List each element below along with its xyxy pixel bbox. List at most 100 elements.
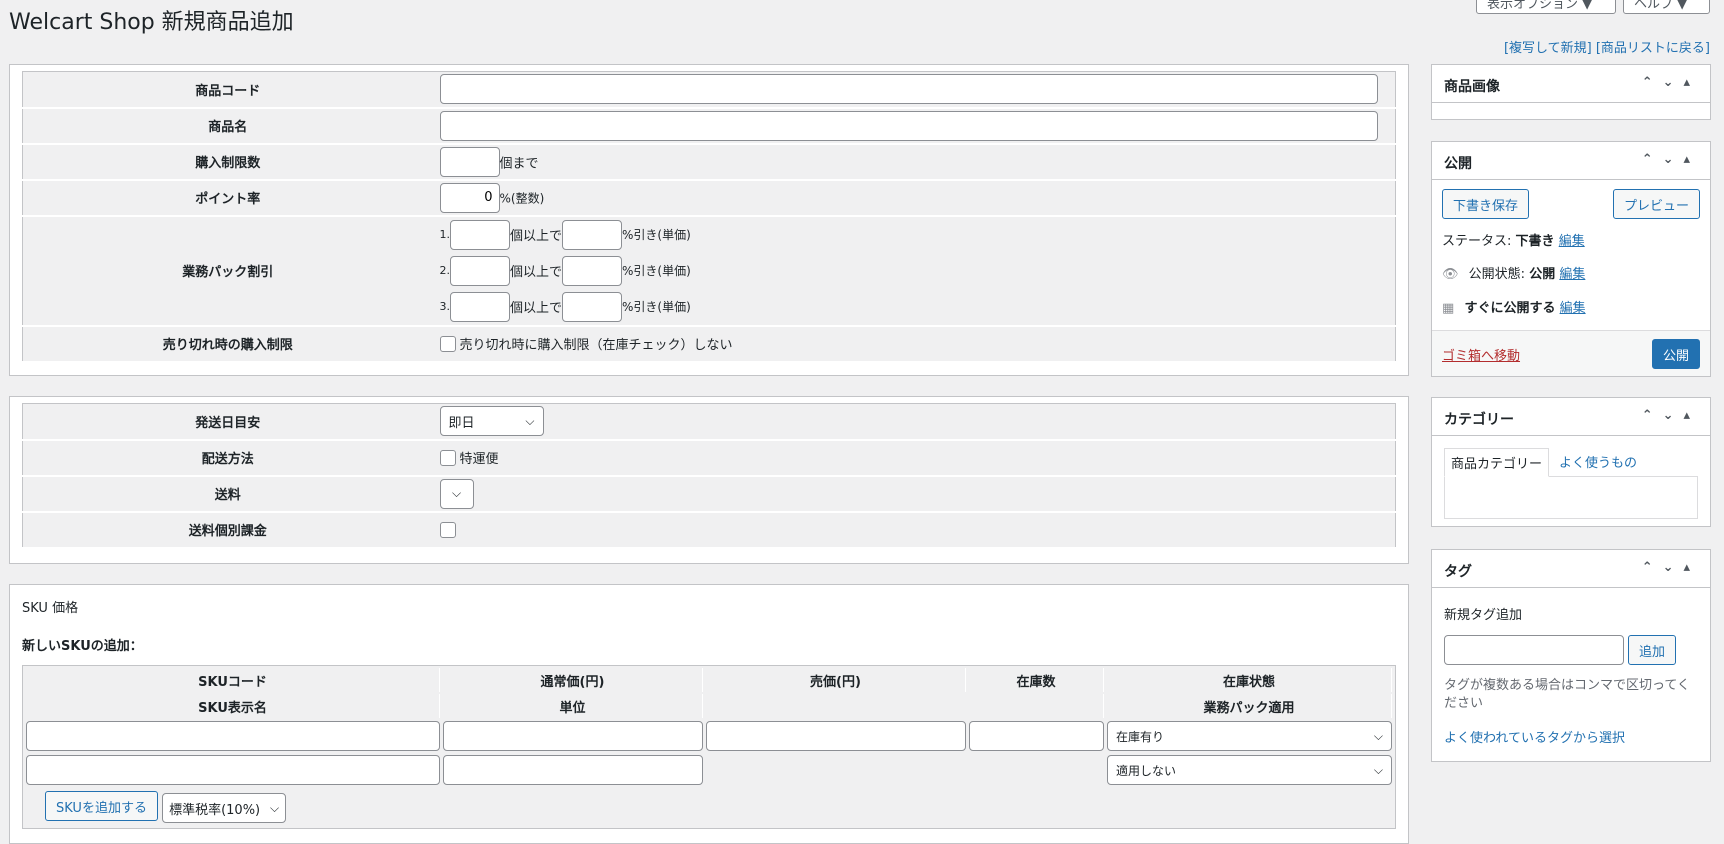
category-list (1444, 476, 1698, 519)
point-rate-input[interactable] (439, 182, 500, 213)
soldout-checkbox[interactable] (439, 335, 456, 352)
purchase-limit-input[interactable] (439, 146, 500, 177)
copy-new-link[interactable]: [複写して新規] (1504, 41, 1592, 56)
pack-rate-1-input[interactable] (562, 219, 623, 250)
edit-status-link[interactable]: 編集 (1559, 234, 1585, 249)
product-list-link[interactable]: [商品リストに戻る] (1596, 41, 1710, 56)
schedule-row: ▦ すぐに公開する 編集 (1442, 301, 1586, 316)
shipping-box: 発送日目安 即日 ⌵ 配送方法 特運便 送料 ⌵ 送料個別課金 (9, 396, 1409, 564)
publish-panel: 公開 ⌃⌄▴ 下書き保存 プレビュー ステータス: 下書き 編集 👁 公開状態:… (1431, 141, 1711, 377)
express-checkbox[interactable] (439, 449, 456, 466)
pack-row-1: 1. 個以上で %引き(単価) (440, 217, 1396, 253)
fee-label: 送料 (22, 475, 433, 513)
stock-status-select[interactable]: 在庫有り ⌵ (1107, 721, 1392, 751)
tags-panel: タグ ⌃⌄▴ 新規タグ追加 追加 タグが複数ある場合はコンマで区切ってください … (1431, 549, 1711, 762)
method-option: 特運便 (459, 452, 499, 467)
product-name-input[interactable] (439, 110, 1378, 141)
soldout-text: 売り切れ時に購入制限（在庫チェック）しない (459, 338, 733, 353)
sku-code-input[interactable] (26, 721, 440, 751)
publish-button[interactable]: 公開 (1651, 339, 1700, 369)
sku-list-price-input[interactable] (443, 721, 703, 751)
method-label: 配送方法 (22, 439, 433, 477)
screen-options-button[interactable]: 表示オプション ▼ (1476, 0, 1616, 14)
tag-hint: タグが複数ある場合はコンマで区切ってください (1444, 678, 1690, 711)
sku-header-code: SKUコード (26, 668, 440, 692)
pack-rate-3-input[interactable] (562, 291, 623, 322)
limit-label: 購入制限数 (22, 143, 433, 181)
sku-header-price: 売価(円) (706, 668, 966, 692)
chevron-down-icon: ⌵ (269, 800, 280, 815)
sku-table: SKUコード 通常価(円) 売価(円) 在庫数 在庫状態 SKU表示名 単位 業… (22, 665, 1396, 829)
sku-price-input[interactable] (706, 721, 966, 751)
code-label: 商品コード (22, 71, 433, 109)
chevron-down-icon: ⌵ (525, 413, 535, 428)
name-label: 商品名 (22, 107, 433, 145)
pack-apply-select[interactable]: 適用しない ⌵ (1107, 755, 1392, 785)
category-title: カテゴリー (1444, 412, 1514, 428)
product-info-table: 商品コード 商品名 購入制限数 個まで ポイント率 %(整数) 業務パック割引 … (22, 71, 1396, 363)
pack-label: 業務パック割引 (22, 215, 433, 327)
product-info-box: 商品コード 商品名 購入制限数 個まで ポイント率 %(整数) 業務パック割引 … (9, 64, 1409, 376)
publish-title: 公開 (1444, 156, 1472, 172)
panel-controls[interactable]: ⌃⌄▴ (1642, 408, 1700, 423)
choose-popular-tags-link[interactable]: よく使われているタグから選択 (1444, 731, 1625, 746)
calendar-icon: ▦ (1442, 301, 1455, 316)
chevron-down-icon: ⌵ (1373, 728, 1383, 743)
tax-rate-select[interactable]: 標準税率(10%) ⌵ (162, 793, 287, 823)
help-button[interactable]: ヘルプ ▼ (1623, 0, 1710, 14)
add-sku-button[interactable]: SKUを追加する (45, 791, 158, 821)
new-tag-input[interactable] (1444, 635, 1624, 665)
sku-add-title: 新しいSKUの追加： (22, 639, 143, 654)
preview-button[interactable]: プレビュー (1612, 189, 1700, 219)
sku-header-unit: 単位 (443, 694, 703, 718)
pack-qty-2-input[interactable] (450, 255, 510, 286)
individual-fee-label: 送料個別課金 (22, 511, 433, 549)
sku-header-stock-status: 在庫状態 (1107, 668, 1392, 692)
pack-qty-3-input[interactable] (450, 291, 510, 322)
edit-schedule-link[interactable]: 編集 (1560, 301, 1586, 316)
sku-header-pack: 業務パック適用 (1107, 694, 1392, 718)
panel-controls[interactable]: ⌃⌄▴ (1642, 152, 1700, 167)
limit-unit: 個まで (499, 156, 539, 171)
tab-popular-categories[interactable]: よく使うもの (1549, 448, 1647, 477)
eta-select[interactable]: 即日 ⌵ (439, 406, 544, 437)
sku-stock-input[interactable] (969, 721, 1104, 751)
status-row: ステータス: 下書き 編集 (1442, 234, 1585, 249)
sku-display-name-input[interactable] (26, 755, 440, 785)
chevron-down-icon: ⌵ (451, 486, 462, 500)
eye-icon: 👁 (1442, 267, 1459, 282)
pack-qty-1-input[interactable] (450, 219, 510, 250)
sku-unit-input[interactable] (443, 755, 703, 785)
move-to-trash-link[interactable]: ゴミ箱へ移動 (1442, 345, 1520, 364)
add-tag-button[interactable]: 追加 (1628, 635, 1677, 665)
visibility-row: 👁 公開状態: 公開 編集 (1442, 267, 1586, 282)
chevron-down-icon: ⌵ (1373, 762, 1383, 777)
individual-fee-checkbox[interactable] (439, 521, 456, 538)
sku-box: SKU 価格 新しいSKUの追加： SKUコード 通常価(円) 売価(円) 在庫… (9, 584, 1409, 844)
tags-title: タグ (1444, 564, 1472, 580)
sku-header-stock: 在庫数 (969, 668, 1104, 692)
pack-row-2: 2. 個以上で %引き(単価) (440, 253, 1396, 289)
panel-controls[interactable]: ⌃⌄▴ (1642, 75, 1700, 90)
sku-header-empty (706, 694, 1104, 718)
point-unit: %(整数) (499, 191, 545, 205)
point-label: ポイント率 (22, 179, 433, 217)
shipping-table: 発送日目安 即日 ⌵ 配送方法 特運便 送料 ⌵ 送料個別課金 (22, 403, 1396, 549)
eta-label: 発送日目安 (22, 403, 433, 441)
pack-row-3: 3. 個以上で %引き(単価) (440, 289, 1396, 325)
edit-visibility-link[interactable]: 編集 (1559, 267, 1585, 282)
product-code-input[interactable] (439, 74, 1378, 105)
product-image-title: 商品画像 (1444, 79, 1500, 95)
save-draft-button[interactable]: 下書き保存 (1442, 189, 1530, 219)
soldout-label: 売り切れ時の購入制限 (22, 325, 433, 363)
product-image-panel: 商品画像 ⌃⌄▴ (1431, 64, 1711, 120)
tab-all-categories[interactable]: 商品カテゴリー (1444, 448, 1550, 477)
top-links: [複写して新規] [商品リストに戻る] (1504, 37, 1710, 56)
fee-select[interactable]: ⌵ (439, 478, 474, 509)
new-tag-label: 新規タグ追加 (1444, 608, 1523, 623)
status-value: 下書き (1515, 234, 1555, 249)
sku-section-title: SKU 価格 (22, 601, 79, 616)
pack-rate-2-input[interactable] (562, 255, 623, 286)
panel-controls[interactable]: ⌃⌄▴ (1642, 560, 1700, 575)
sku-header-list-price: 通常価(円) (443, 668, 703, 692)
